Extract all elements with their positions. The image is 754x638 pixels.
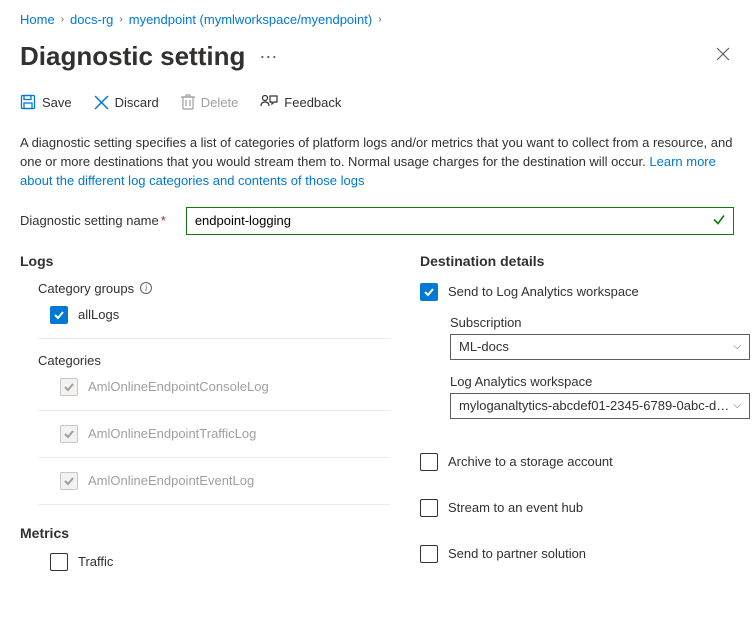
breadcrumb-home[interactable]: Home bbox=[20, 12, 55, 27]
feedback-button[interactable]: Feedback bbox=[260, 94, 341, 110]
alllogs-row: allLogs bbox=[50, 306, 390, 324]
send-la-checkbox[interactable] bbox=[420, 283, 438, 301]
chevron-right-icon: › bbox=[119, 14, 122, 25]
workspace-value: myloganaltytics-abcdef01-2345-6789-0abc-… bbox=[459, 398, 733, 413]
save-label: Save bbox=[42, 95, 72, 110]
discard-icon bbox=[94, 95, 109, 110]
workspace-label: Log Analytics workspace bbox=[450, 374, 750, 389]
chevron-right-icon: › bbox=[378, 14, 381, 25]
diagnostic-name-input[interactable] bbox=[186, 207, 734, 235]
separator bbox=[38, 338, 390, 339]
categories-label: Categories bbox=[38, 353, 390, 368]
save-icon bbox=[20, 94, 36, 110]
description: A diagnostic setting specifies a list of… bbox=[20, 134, 734, 191]
send-la-row: Send to Log Analytics workspace bbox=[420, 283, 750, 301]
traffic-label: Traffic bbox=[78, 554, 113, 569]
category-checkbox bbox=[60, 472, 78, 490]
category-checkbox bbox=[60, 378, 78, 396]
chevron-down-icon: ⌵ bbox=[733, 400, 741, 411]
workspace-dropdown[interactable]: myloganaltytics-abcdef01-2345-6789-0abc-… bbox=[450, 393, 750, 419]
separator bbox=[38, 410, 390, 411]
title-row: Diagnostic setting ⋯ bbox=[20, 41, 734, 72]
discard-button[interactable]: Discard bbox=[94, 95, 159, 110]
name-label: Diagnostic setting name* bbox=[20, 213, 166, 228]
name-row: Diagnostic setting name* bbox=[20, 207, 734, 235]
info-icon[interactable]: i bbox=[140, 282, 152, 294]
archive-label: Archive to a storage account bbox=[448, 454, 613, 469]
traffic-row: Traffic bbox=[50, 553, 390, 571]
breadcrumb-rg[interactable]: docs-rg bbox=[70, 12, 113, 27]
checkmark-icon bbox=[712, 212, 726, 229]
partner-row: Send to partner solution bbox=[420, 545, 750, 563]
category-label: AmlOnlineEndpointEventLog bbox=[88, 473, 254, 488]
discard-label: Discard bbox=[115, 95, 159, 110]
subscription-value: ML-docs bbox=[459, 339, 509, 354]
feedback-icon bbox=[260, 94, 278, 110]
page-title: Diagnostic setting bbox=[20, 41, 245, 72]
category-label: AmlOnlineEndpointTrafficLog bbox=[88, 426, 256, 441]
separator bbox=[38, 457, 390, 458]
traffic-checkbox[interactable] bbox=[50, 553, 68, 571]
separator bbox=[38, 504, 390, 505]
close-icon[interactable] bbox=[712, 43, 734, 70]
logs-heading: Logs bbox=[20, 253, 390, 269]
category-row: AmlOnlineEndpointConsoleLog bbox=[60, 378, 390, 396]
delete-icon bbox=[181, 94, 195, 110]
alllogs-checkbox[interactable] bbox=[50, 306, 68, 324]
partner-label: Send to partner solution bbox=[448, 546, 586, 561]
stream-checkbox[interactable] bbox=[420, 499, 438, 517]
category-groups-label: Category groups i bbox=[38, 281, 390, 296]
delete-button: Delete bbox=[181, 94, 239, 110]
toolbar: Save Discard Delete Feedback bbox=[20, 94, 734, 120]
category-checkbox bbox=[60, 425, 78, 443]
stream-label: Stream to an event hub bbox=[448, 500, 583, 515]
category-label: AmlOnlineEndpointConsoleLog bbox=[88, 379, 269, 394]
feedback-label: Feedback bbox=[284, 95, 341, 110]
chevron-down-icon: ⌵ bbox=[733, 341, 741, 352]
metrics-heading: Metrics bbox=[20, 525, 390, 541]
send-la-label: Send to Log Analytics workspace bbox=[448, 284, 639, 299]
delete-label: Delete bbox=[201, 95, 239, 110]
archive-row: Archive to a storage account bbox=[420, 453, 750, 471]
subscription-dropdown[interactable]: ML-docs ⌵ bbox=[450, 334, 750, 360]
category-row: AmlOnlineEndpointEventLog bbox=[60, 472, 390, 490]
breadcrumb: Home › docs-rg › myendpoint (mymlworkspa… bbox=[20, 12, 734, 27]
partner-checkbox[interactable] bbox=[420, 545, 438, 563]
destination-heading: Destination details bbox=[420, 253, 750, 269]
breadcrumb-endpoint[interactable]: myendpoint (mymlworkspace/myendpoint) bbox=[129, 12, 372, 27]
category-row: AmlOnlineEndpointTrafficLog bbox=[60, 425, 390, 443]
alllogs-label: allLogs bbox=[78, 307, 119, 322]
description-text: A diagnostic setting specifies a list of… bbox=[20, 135, 732, 169]
chevron-right-icon: › bbox=[61, 14, 64, 25]
save-button[interactable]: Save bbox=[20, 94, 72, 110]
subscription-label: Subscription bbox=[450, 315, 750, 330]
archive-checkbox[interactable] bbox=[420, 453, 438, 471]
stream-row: Stream to an event hub bbox=[420, 499, 750, 517]
more-icon[interactable]: ⋯ bbox=[255, 48, 281, 66]
